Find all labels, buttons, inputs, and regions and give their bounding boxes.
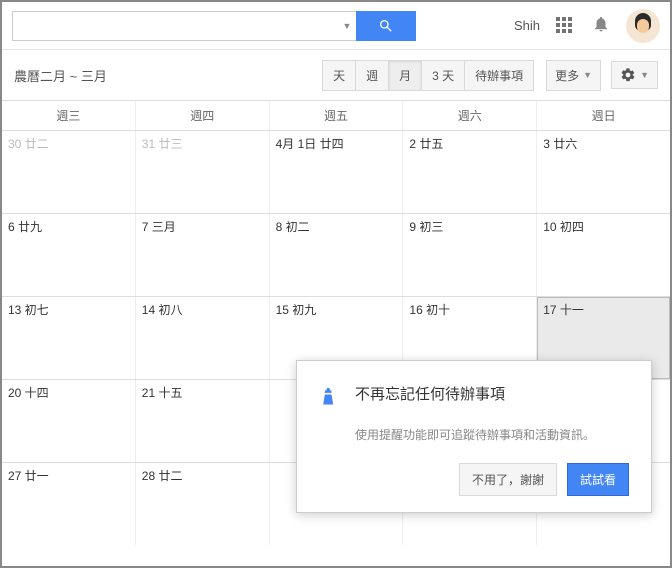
day-number: 20 十四	[8, 386, 49, 400]
reminder-popup: 不再忘記任何待辦事項 使用提醒功能即可追蹤待辦事項和活動資訊。 不用了，謝謝 試…	[296, 360, 652, 513]
day-number: 30 廿二	[8, 137, 49, 151]
lunar-date-label: 農曆二月 ~ 三月	[14, 66, 107, 85]
view-switcher: 天 週 月 3 天 待辦事項	[322, 60, 534, 91]
day-number: 2 廿五	[409, 137, 443, 151]
calendar-cell[interactable]: 28 廿二	[135, 463, 269, 545]
popup-title: 不再忘記任何待辦事項	[355, 383, 505, 404]
more-label: 更多	[555, 67, 579, 84]
day-number: 13 初七	[8, 303, 49, 317]
view-week-button[interactable]: 週	[355, 60, 389, 91]
apps-icon[interactable]	[556, 17, 574, 35]
calendar-cell[interactable]: 30 廿二	[2, 131, 135, 213]
view-day-button[interactable]: 天	[322, 60, 356, 91]
calendar-cell[interactable]: 14 初八	[135, 297, 269, 379]
day-number: 3 廿六	[543, 137, 577, 151]
day-number: 15 初九	[276, 303, 317, 317]
settings-button[interactable]: ▼	[611, 61, 658, 89]
gear-icon	[620, 67, 636, 83]
avatar[interactable]	[626, 9, 660, 43]
day-header: 週三	[2, 101, 135, 130]
more-button[interactable]: 更多 ▼	[546, 60, 601, 91]
calendar-cell[interactable]: 31 廿三	[135, 131, 269, 213]
day-number: 31 廿三	[142, 137, 183, 151]
calendar-cell[interactable]: 4月 1日 廿四	[269, 131, 403, 213]
reminder-icon	[319, 385, 339, 412]
day-number: 4月 1日 廿四	[276, 137, 344, 151]
day-header: 週四	[135, 101, 269, 130]
popup-subtitle: 使用提醒功能即可追蹤待辦事項和活動資訊。	[355, 426, 629, 443]
day-number: 14 初八	[142, 303, 183, 317]
day-header: 週六	[402, 101, 536, 130]
calendar-cell[interactable]: 3 廿六	[536, 131, 670, 213]
day-number: 7 三月	[142, 220, 176, 234]
calendar-cell[interactable]: 7 三月	[135, 214, 269, 296]
calendar-cell[interactable]: 8 初二	[269, 214, 403, 296]
search-input[interactable]	[12, 11, 338, 41]
calendar-cell[interactable]: 2 廿五	[402, 131, 536, 213]
calendar-cell[interactable]: 27 廿一	[2, 463, 135, 545]
view-month-button[interactable]: 月	[388, 60, 422, 91]
day-number: 17 十一	[543, 303, 584, 317]
calendar-cell[interactable]: 10 初四	[536, 214, 670, 296]
day-number: 10 初四	[543, 220, 584, 234]
day-number: 8 初二	[276, 220, 310, 234]
day-number: 9 初三	[409, 220, 443, 234]
dismiss-button[interactable]: 不用了，謝謝	[459, 463, 557, 496]
view-tasks-button[interactable]: 待辦事項	[464, 60, 534, 91]
try-button[interactable]: 試試看	[567, 463, 629, 496]
day-header: 週日	[536, 101, 670, 130]
chevron-down-icon: ▼	[583, 70, 592, 80]
username-label: Shih	[514, 18, 540, 33]
view-3day-button[interactable]: 3 天	[421, 60, 465, 91]
calendar-cell[interactable]: 6 廿九	[2, 214, 135, 296]
calendar-cell[interactable]: 13 初七	[2, 297, 135, 379]
search-options-caret[interactable]: ▼	[338, 11, 356, 41]
day-number: 16 初十	[409, 303, 450, 317]
day-number: 27 廿一	[8, 469, 49, 483]
calendar-cell[interactable]: 9 初三	[402, 214, 536, 296]
search-button[interactable]	[356, 11, 416, 41]
day-number: 28 廿二	[142, 469, 183, 483]
notifications-icon[interactable]	[592, 15, 610, 36]
calendar-cell[interactable]: 20 十四	[2, 380, 135, 462]
day-header: 週五	[269, 101, 403, 130]
day-number: 6 廿九	[8, 220, 42, 234]
search-icon	[378, 18, 394, 34]
calendar-cell[interactable]: 21 十五	[135, 380, 269, 462]
chevron-down-icon: ▼	[640, 70, 649, 80]
day-number: 21 十五	[142, 386, 183, 400]
